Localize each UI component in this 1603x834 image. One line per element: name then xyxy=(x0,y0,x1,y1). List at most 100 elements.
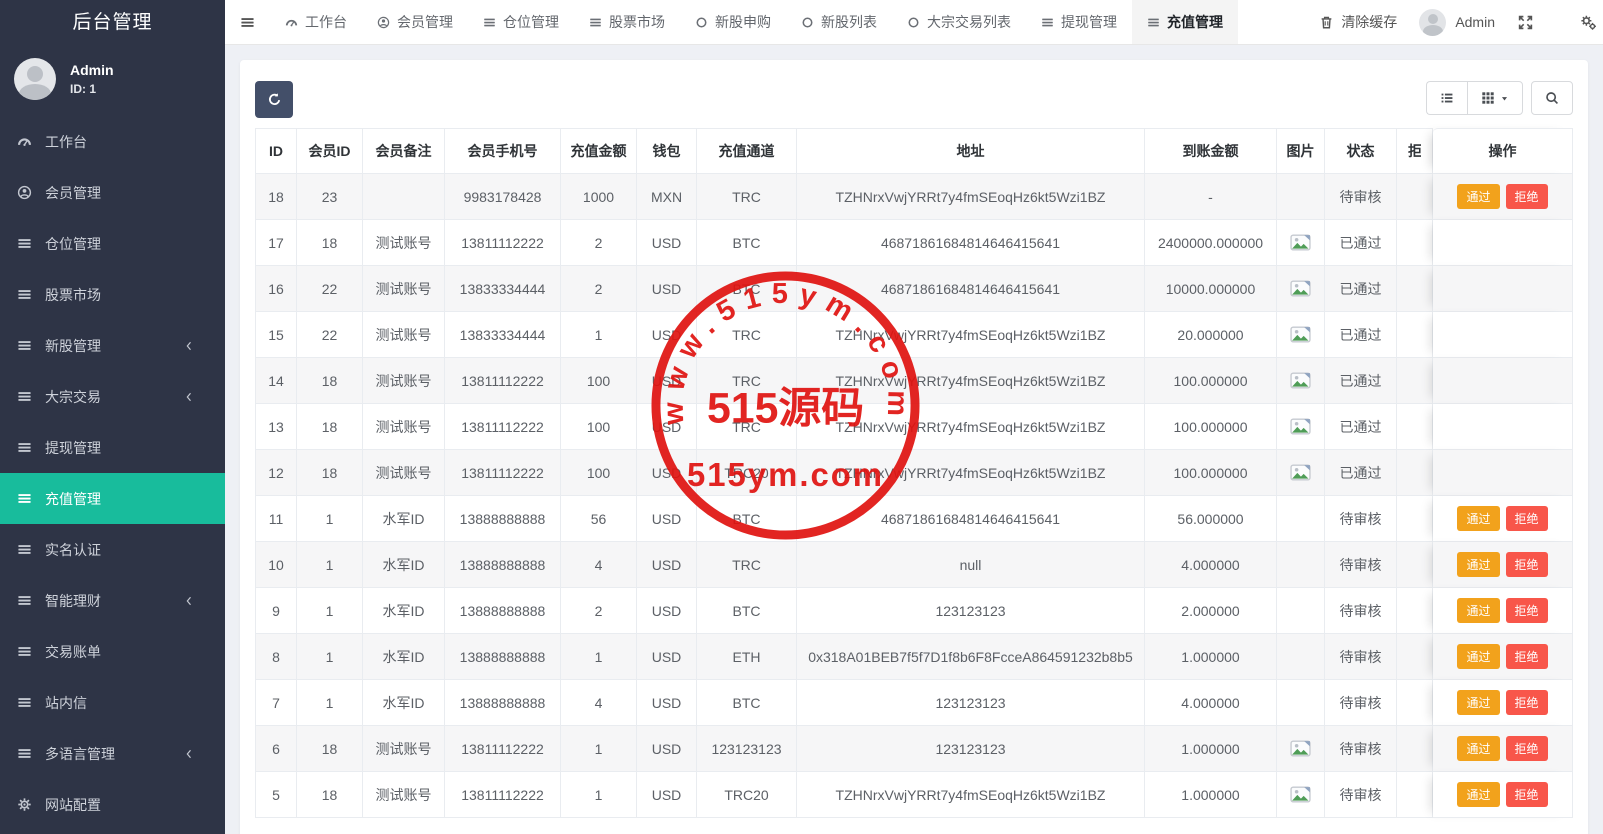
tab-label: 大宗交易列表 xyxy=(927,12,1011,32)
image-icon[interactable] xyxy=(1290,326,1311,342)
cell-member-id: 18 xyxy=(297,404,363,450)
image-icon[interactable] xyxy=(1290,280,1311,296)
approve-button[interactable]: 通过 xyxy=(1457,690,1499,715)
sidebar-item-kyc[interactable]: 实名认证 xyxy=(0,524,225,575)
cell-amount: 100 xyxy=(561,404,637,450)
list-icon xyxy=(17,389,32,404)
tab-withdraw[interactable]: 提现管理 xyxy=(1026,0,1132,44)
sidebar-item-label: 站内信 xyxy=(45,693,87,713)
cell-status: 待审核 xyxy=(1325,588,1397,634)
cell-address: TZHNrxVwjYRRt7y4fmSEoqHz6kt5Wzi1BZ xyxy=(797,312,1145,358)
cell-wallet: USD xyxy=(637,588,697,634)
table-row: 91水军ID138888888882USDBTC1231231232.00000… xyxy=(255,588,1573,634)
sidebar-item-stock-market[interactable]: 股票市场 xyxy=(0,269,225,320)
reject-button[interactable]: 拒绝 xyxy=(1506,644,1548,669)
cell-hidden xyxy=(1397,174,1433,220)
caret-down-icon xyxy=(1500,94,1509,103)
cell-channel: BTC xyxy=(697,220,797,266)
image-icon[interactable] xyxy=(1290,372,1311,388)
clear-cache-button[interactable]: 清除缓存 xyxy=(1319,12,1397,32)
reject-button[interactable]: 拒绝 xyxy=(1506,782,1548,807)
sidebar-item-members[interactable]: 会员管理 xyxy=(0,167,225,218)
tab-ipo-list[interactable]: 新股列表 xyxy=(786,0,892,44)
cell-wallet: USD xyxy=(637,450,697,496)
cell-image xyxy=(1277,174,1325,220)
tab-label: 股票市场 xyxy=(609,12,665,32)
approve-button[interactable]: 通过 xyxy=(1457,782,1499,807)
sidebar-item-site-config[interactable]: 网站配置 xyxy=(0,779,225,830)
sidebar-item-block-trade[interactable]: 大宗交易 xyxy=(0,371,225,422)
reject-button[interactable]: 拒绝 xyxy=(1506,690,1548,715)
image-icon[interactable] xyxy=(1290,464,1311,480)
approve-button[interactable]: 通过 xyxy=(1457,506,1499,531)
column-header-status: 状态 xyxy=(1325,128,1397,174)
cell-hidden xyxy=(1397,450,1433,496)
reject-button[interactable]: 拒绝 xyxy=(1506,184,1548,209)
table-row: 518测试账号138111122221USDTRC20TZHNrxVwjYRRt… xyxy=(255,772,1573,818)
cell-wallet: USD xyxy=(637,220,697,266)
reject-button[interactable]: 拒绝 xyxy=(1506,552,1548,577)
cell-address: 46871861684814646415641 xyxy=(797,266,1145,312)
sidebar-item-languages[interactable]: 多语言管理 xyxy=(0,728,225,779)
tab-label: 新股列表 xyxy=(821,12,877,32)
tab-block-list[interactable]: 大宗交易列表 xyxy=(892,0,1026,44)
image-icon[interactable] xyxy=(1290,740,1311,756)
table-row: 81水军ID138888888881USDETH0x318A01BEB7f5f7… xyxy=(255,634,1573,680)
list-view-button[interactable] xyxy=(1426,81,1467,115)
approve-button[interactable]: 通过 xyxy=(1457,552,1499,577)
tab-workbench[interactable]: 工作台 xyxy=(270,0,362,44)
cell-status: 待审核 xyxy=(1325,680,1397,726)
reject-button[interactable]: 拒绝 xyxy=(1506,598,1548,623)
topbar-admin[interactable]: Admin xyxy=(1419,9,1495,36)
image-icon[interactable] xyxy=(1290,234,1311,250)
cell-image xyxy=(1277,358,1325,404)
tab-members[interactable]: 会员管理 xyxy=(362,0,468,44)
cell-amount: 2 xyxy=(561,220,637,266)
recharge-table: ID会员ID会员备注会员手机号充值金额钱包充值通道地址到账金额图片状态拒操作 1… xyxy=(255,128,1573,818)
approve-button[interactable]: 通过 xyxy=(1457,736,1499,761)
list-icon xyxy=(1147,16,1160,29)
cell-phone: 13811112222 xyxy=(445,772,561,818)
cell-status: 已通过 xyxy=(1325,312,1397,358)
reject-button[interactable]: 拒绝 xyxy=(1506,506,1548,531)
cell-member-id: 18 xyxy=(297,358,363,404)
cell-wallet: USD xyxy=(637,772,697,818)
hamburger-icon[interactable] xyxy=(225,0,270,44)
tab-recharge[interactable]: 充值管理 xyxy=(1132,0,1238,44)
sidebar-item-label: 提现管理 xyxy=(45,438,101,458)
list-icon xyxy=(17,542,32,557)
image-icon[interactable] xyxy=(1290,786,1311,802)
cell-remark: 测试账号 xyxy=(363,726,445,772)
approve-button[interactable]: 通过 xyxy=(1457,184,1499,209)
tab-positions[interactable]: 仓位管理 xyxy=(468,0,574,44)
settings-cogs-icon[interactable] xyxy=(1580,14,1597,31)
sidebar-item-messages[interactable]: 站内信 xyxy=(0,677,225,728)
sidebar-item-label: 实名认证 xyxy=(45,540,101,560)
grid-view-button[interactable] xyxy=(1467,81,1523,115)
gear-icon xyxy=(17,797,32,812)
sidebar-item-withdraw[interactable]: 提现管理 xyxy=(0,422,225,473)
avatar-body xyxy=(19,84,51,100)
reject-button[interactable]: 拒绝 xyxy=(1506,736,1548,761)
sidebar-item-positions[interactable]: 仓位管理 xyxy=(0,218,225,269)
refresh-button[interactable] xyxy=(255,81,293,118)
sidebar-item-new-stock[interactable]: 新股管理 xyxy=(0,320,225,371)
tab-ipo-apply[interactable]: 新股申购 xyxy=(680,0,786,44)
search-button[interactable] xyxy=(1531,81,1573,115)
cell-hidden xyxy=(1397,772,1433,818)
sidebar-item-workbench[interactable]: 工作台 xyxy=(0,116,225,167)
sidebar-item-recharge[interactable]: 充值管理 xyxy=(0,473,225,524)
sidebar-item-smart-finance[interactable]: 智能理财 xyxy=(0,575,225,626)
image-icon[interactable] xyxy=(1290,418,1311,434)
cell-address: 0x318A01BEB7f5f7D1f8b6F8FcceA864591232b8… xyxy=(797,634,1145,680)
fullscreen-icon[interactable] xyxy=(1517,14,1534,31)
cell-channel: TRC20 xyxy=(697,772,797,818)
approve-button[interactable]: 通过 xyxy=(1457,644,1499,669)
clear-cache-label: 清除缓存 xyxy=(1341,12,1397,32)
cell-remark: 测试账号 xyxy=(363,266,445,312)
approve-button[interactable]: 通过 xyxy=(1457,598,1499,623)
tab-stock-market[interactable]: 股票市场 xyxy=(574,0,680,44)
cell-actions: 通过拒绝 xyxy=(1433,680,1573,726)
sidebar-item-trade-bills[interactable]: 交易账单 xyxy=(0,626,225,677)
cell-amount: 1 xyxy=(561,312,637,358)
